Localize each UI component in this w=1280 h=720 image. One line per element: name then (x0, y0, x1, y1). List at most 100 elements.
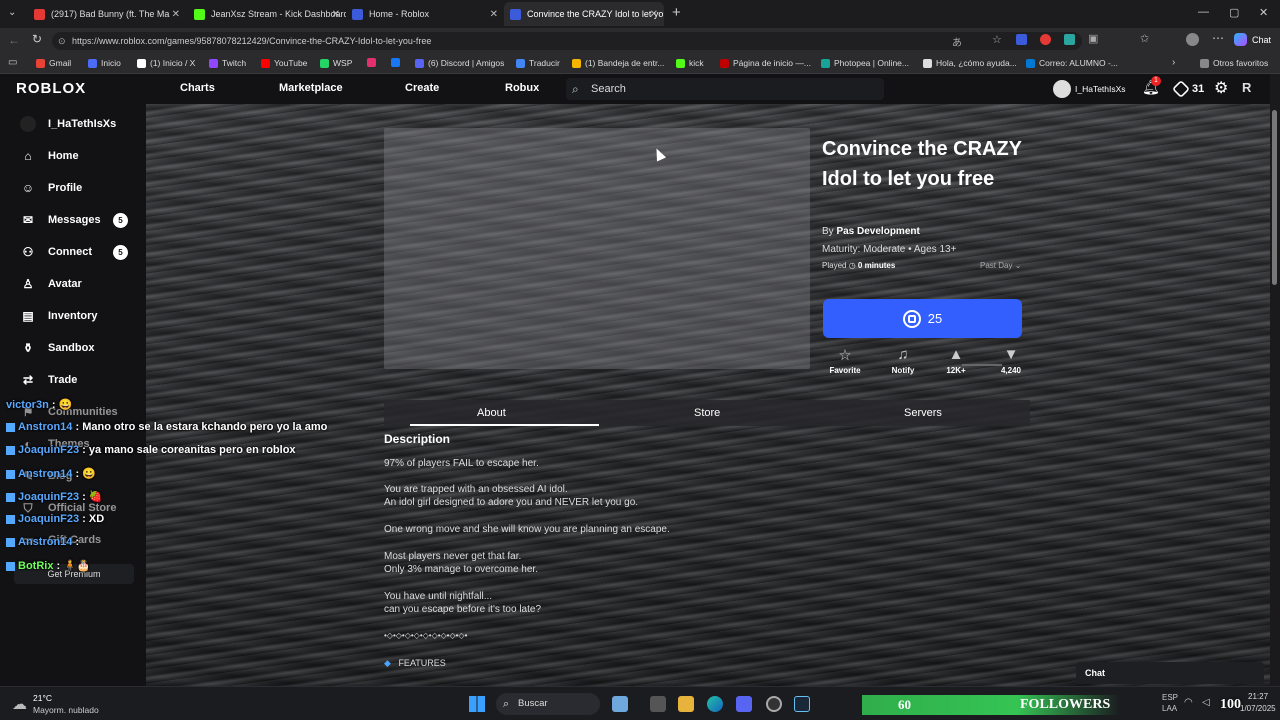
sidebar-user[interactable]: I_HaTethIsXs (20, 114, 140, 134)
upvote-button[interactable]: ▲ 12K+ (936, 346, 976, 375)
file-explorer-icon[interactable] (678, 696, 694, 712)
language-primary[interactable]: ESP (1162, 693, 1178, 702)
minimize-icon[interactable]: — (1198, 6, 1209, 18)
reload-icon[interactable]: ↻ (32, 32, 42, 46)
edge-icon[interactable] (707, 696, 723, 712)
url-field[interactable]: ⊙ https://www.roblox.com/games/958780782… (52, 32, 1082, 50)
bookmark-facebook[interactable] (391, 58, 404, 67)
close-tab-icon[interactable]: ✕ (332, 9, 340, 20)
split-screen-icon[interactable]: ▣ (1088, 32, 1098, 45)
widgets-icon[interactable] (612, 696, 628, 712)
windows-start-icon[interactable] (469, 696, 485, 712)
maximize-icon[interactable]: ▢ (1229, 6, 1239, 19)
profile-avatar-icon[interactable] (1186, 33, 1199, 46)
close-window-icon[interactable]: ✕ (1259, 6, 1268, 19)
favorites-icon[interactable]: ✩ (1140, 32, 1149, 45)
downvote-button[interactable]: ▼ 4,240 (991, 346, 1031, 375)
copilot-icon[interactable] (1234, 33, 1247, 46)
language-secondary[interactable]: LAA (1162, 704, 1177, 713)
taskbar-search[interactable]: ⌕ Buscar (496, 693, 600, 715)
more-menu-icon[interactable]: ⋯ (1212, 31, 1224, 45)
chat-panel-tab[interactable]: Chat (1076, 662, 1264, 684)
browser-tab-roblox-home[interactable]: Home - Roblox ✕ (346, 2, 504, 26)
close-tab-icon[interactable]: ✕ (650, 9, 658, 20)
bookmark-photopea[interactable]: Photopea | Online... (821, 58, 909, 68)
new-tab-button[interactable]: + (672, 4, 681, 21)
bookmark-hola[interactable]: Hola, ¿cómo ayuda... (923, 58, 1017, 68)
nav-robux[interactable]: Robux (505, 82, 539, 94)
more-bookmarks-chevron-icon[interactable]: › (1172, 57, 1175, 68)
favorite-button[interactable]: ☆ Favorite (825, 346, 865, 375)
sidebar-item-trade[interactable]: ⇄ Trade (20, 370, 140, 390)
close-tab-icon[interactable]: ✕ (172, 9, 180, 20)
nav-create[interactable]: Create (405, 82, 439, 94)
sidebar-item-messages[interactable]: ✉ Messages 5 (20, 210, 140, 230)
close-tab-icon[interactable]: ✕ (490, 9, 498, 20)
back-icon[interactable]: ← (8, 33, 20, 47)
robux-icon[interactable] (1171, 79, 1191, 99)
tab-servers[interactable]: Servers (904, 407, 942, 419)
header-username[interactable]: I_HaTethIsXs (1075, 84, 1126, 94)
tab-store[interactable]: Store (694, 407, 720, 419)
bookmark-traducir[interactable]: Traducir (516, 58, 560, 68)
notify-button[interactable]: ♫ Notify (883, 346, 923, 375)
reading-list-icon[interactable]: ▭ (8, 57, 17, 68)
browser-tab-roblox-game[interactable]: Convince the CRAZY Idol to let yo ✕ (504, 2, 664, 26)
bookmark-x[interactable]: (1) Inicio / X (137, 58, 195, 68)
bookmark-instagram[interactable] (367, 58, 380, 67)
followers-goal-bar: 60 FOLLOWERS (862, 695, 1120, 715)
bookmark-correo[interactable]: Correo: ALUMNO -... (1026, 58, 1118, 68)
sidebar-item-sandbox[interactable]: ⚱ Sandbox (20, 338, 140, 358)
nav-marketplace[interactable]: Marketplace (279, 82, 343, 94)
avatar[interactable] (1053, 80, 1071, 98)
bookmark-bandeja[interactable]: (1) Bandeja de entr... (572, 58, 664, 68)
bookmark-gmail[interactable]: Gmail (36, 58, 71, 68)
bookmark-discord[interactable]: (6) Discord | Amigos (415, 58, 504, 68)
task-view-icon[interactable] (650, 696, 666, 712)
weather-desc[interactable]: Mayorm. nublado (33, 705, 99, 715)
extension-icon[interactable] (1016, 34, 1027, 45)
browser-tab-kick[interactable]: JeanXsz Stream - Kick Dashboard ✕ (188, 2, 346, 26)
extension-icon[interactable] (1064, 34, 1075, 45)
roseal-extension-icon[interactable]: R (1242, 80, 1251, 95)
nav-charts[interactable]: Charts (180, 82, 215, 94)
tab-about[interactable]: About (477, 407, 506, 419)
bookmark-wsp[interactable]: WSP (320, 58, 352, 68)
sidebar-item-connect[interactable]: ⚇ Connect 5 (20, 242, 140, 262)
extension-icon[interactable] (1040, 34, 1051, 45)
sidebar-item-avatar[interactable]: ♙ Avatar (20, 274, 140, 294)
browser-tab-youtube[interactable]: (2917) Bad Bunny (ft. The Ma ✕ (28, 2, 186, 26)
search-input[interactable]: ⌕ Search (566, 78, 884, 100)
roblox-logo[interactable]: ROBLOX (16, 80, 86, 97)
bookmark-star-icon[interactable]: ☆ (992, 33, 1002, 46)
bookmark-kick[interactable]: kick (676, 58, 704, 68)
bookmark-inicio[interactable]: Inicio (88, 58, 121, 68)
weather-temp[interactable]: 21°C (33, 693, 52, 703)
volume-icon[interactable]: ◁ (1202, 697, 1210, 708)
obs-icon[interactable] (766, 696, 782, 712)
site-info-icon[interactable]: ⊙ (58, 32, 66, 50)
weather-icon[interactable]: ☁ (12, 695, 27, 713)
translate-icon[interactable]: あ (952, 34, 962, 49)
steam-icon[interactable] (794, 696, 810, 712)
sidebar-item-profile[interactable]: ☺ Profile (20, 178, 140, 198)
sidebar-item-inventory[interactable]: ▤ Inventory (20, 306, 140, 326)
discord-icon[interactable] (736, 696, 752, 712)
bookmark-twitch[interactable]: Twitch (209, 58, 246, 68)
clock-date[interactable]: 1/07/2025 (1240, 704, 1276, 713)
scrollbar-thumb[interactable] (1272, 110, 1277, 285)
settings-gear-icon[interactable]: ⚙ (1214, 78, 1228, 98)
period-dropdown[interactable]: Past Day ⌄ (980, 261, 1021, 270)
clock-time[interactable]: 21:27 (1248, 692, 1268, 701)
copilot-chat-label[interactable]: Chat (1252, 35, 1271, 45)
wifi-icon[interactable]: ◠ (1184, 697, 1193, 708)
bookmark-youtube[interactable]: YouTube (261, 58, 307, 68)
tab-menu-chevron-icon[interactable]: ⌄ (8, 7, 16, 18)
bookmark-pagina-inicio[interactable]: Página de inicio —... (720, 58, 811, 68)
buy-button[interactable]: 25 (823, 299, 1022, 338)
robux-balance[interactable]: 31 (1192, 83, 1204, 95)
game-thumbnail[interactable] (384, 128, 810, 369)
creator-link[interactable]: Pas Development (836, 226, 919, 237)
other-favorites[interactable]: Otros favoritos (1200, 58, 1268, 68)
sidebar-item-home[interactable]: ⌂ Home (20, 146, 140, 166)
